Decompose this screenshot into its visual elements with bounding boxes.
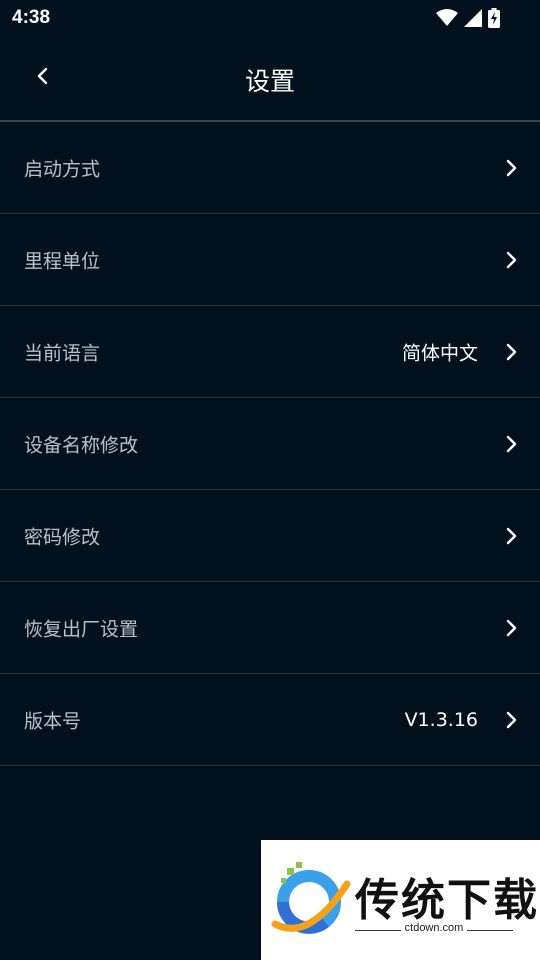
watermark-overlay: 传统下载 ctdown.com xyxy=(261,840,540,960)
watermark-url: ctdown.com xyxy=(404,922,464,934)
settings-screen: 4:38 设置 启动方式 里程单位 当前语言 简体中文 设备名称修改 密码修改 … xyxy=(0,0,540,960)
setting-version[interactable]: 版本号 V1.3.16 xyxy=(0,674,540,766)
page-title: 设置 xyxy=(244,67,295,96)
setting-device-name[interactable]: 设备名称修改 xyxy=(0,398,540,490)
signal-icon xyxy=(464,9,482,27)
chevron-right-icon xyxy=(504,158,520,178)
setting-factory-reset[interactable]: 恢复出厂设置 xyxy=(0,582,540,674)
setting-label: 恢复出厂设置 xyxy=(24,618,139,640)
wifi-icon xyxy=(436,9,458,27)
setting-label: 密码修改 xyxy=(24,526,101,548)
chevron-right-icon xyxy=(504,710,520,730)
setting-label: 设备名称修改 xyxy=(24,434,139,456)
chevron-right-icon xyxy=(504,434,520,454)
watermark-rule xyxy=(467,930,513,931)
status-icons xyxy=(436,8,500,28)
setting-value: V1.3.16 xyxy=(404,708,478,731)
setting-language[interactable]: 当前语言 简体中文 xyxy=(0,306,540,398)
setting-label: 里程单位 xyxy=(24,250,101,272)
app-header: 设置 xyxy=(0,38,540,120)
setting-mileage-unit[interactable]: 里程单位 xyxy=(0,214,540,306)
chevron-right-icon xyxy=(504,526,520,546)
chevron-right-icon xyxy=(504,250,520,270)
settings-list: 启动方式 里程单位 当前语言 简体中文 设备名称修改 密码修改 恢复出厂设置 版… xyxy=(0,122,540,766)
chevron-right-icon xyxy=(504,618,520,638)
watermark-text: 传统下载 xyxy=(355,875,539,926)
setting-label: 启动方式 xyxy=(24,158,101,180)
setting-label: 当前语言 xyxy=(24,342,101,364)
battery-charging-icon xyxy=(488,8,500,28)
setting-value: 简体中文 xyxy=(401,342,478,364)
watermark-logo-icon xyxy=(269,862,351,938)
setting-label: 版本号 xyxy=(24,710,82,732)
status-time: 4:38 xyxy=(12,7,51,28)
watermark-rule xyxy=(355,930,401,931)
status-bar: 4:38 xyxy=(0,0,540,38)
setting-startup-mode[interactable]: 启动方式 xyxy=(0,122,540,214)
setting-password[interactable]: 密码修改 xyxy=(0,490,540,582)
chevron-right-icon xyxy=(504,342,520,362)
